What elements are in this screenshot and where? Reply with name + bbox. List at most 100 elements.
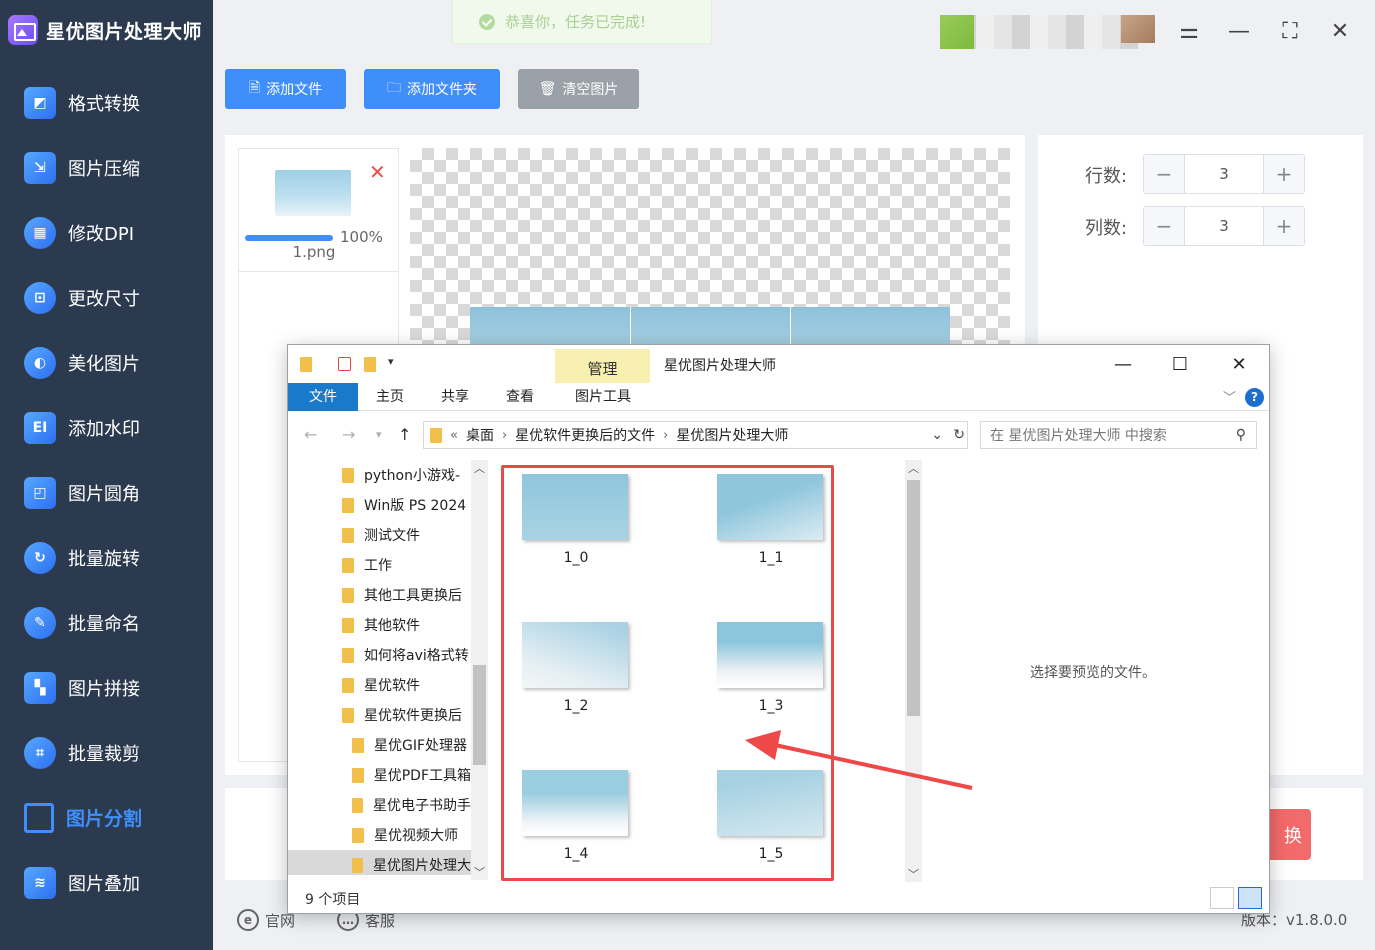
cols-increment-button[interactable]: + (1263, 207, 1304, 245)
tree-item[interactable]: 如何将avi格式转 (288, 640, 471, 670)
ribbon-tab-view[interactable]: 查看 (498, 383, 542, 411)
maximize-icon[interactable]: ⛶ (1273, 14, 1307, 48)
tree-item[interactable]: 星优GIF处理器 (288, 730, 471, 760)
manage-tab[interactable]: 管理 (555, 349, 650, 383)
cols-label: 列数: (1085, 218, 1128, 239)
folder-quick-icon[interactable] (300, 357, 312, 372)
refresh-icon[interactable]: ↻ (953, 427, 965, 443)
tree-item[interactable]: 星优视频大师 (288, 820, 471, 850)
tree-item[interactable]: python小游戏- (288, 460, 471, 490)
folder-icon (352, 797, 363, 813)
tree-item[interactable]: 星优PDF工具箱 (288, 760, 471, 790)
folder-icon (352, 737, 364, 753)
toast-message: 恭喜你，任务已完成! (505, 13, 647, 31)
dpi-icon: ▦ (24, 216, 56, 249)
chevron-down-icon[interactable]: ⌄ (931, 427, 943, 443)
layers-icon: ≋ (24, 866, 56, 899)
details-view-icon[interactable] (1210, 887, 1234, 909)
tree-item[interactable]: 测试文件 (288, 520, 471, 550)
scroll-up-icon[interactable]: ︿ (908, 460, 919, 476)
sidebar-item-round-corner[interactable]: ◰ 图片圆角 (0, 460, 213, 525)
file-tile[interactable]: 1_0 (522, 474, 630, 566)
properties-check-icon[interactable] (338, 357, 351, 371)
explorer-close-icon[interactable]: ✕ (1216, 349, 1262, 379)
breadcrumb-current[interactable]: 星优图片处理大师 (676, 425, 788, 445)
preview-pane-message: 选择要预览的文件。 (1030, 665, 1156, 681)
add-file-button[interactable]: 🗎 添加文件 (225, 69, 346, 109)
file-tile[interactable]: 1_3 (717, 622, 825, 714)
new-folder-quick-icon[interactable] (364, 357, 376, 372)
cols-decrement-button[interactable]: − (1144, 207, 1185, 245)
rows-increment-button[interactable]: + (1263, 155, 1304, 193)
file-tile[interactable]: 1_5 (717, 770, 825, 862)
tree-scroll-thumb[interactable] (473, 665, 486, 765)
help-icon[interactable]: ? (1245, 388, 1264, 407)
scroll-down-icon[interactable]: ﹀ (474, 864, 485, 880)
sidebar-item-stitch[interactable]: ▚ 图片拼接 (0, 655, 213, 720)
sidebar-nav: ◩ 格式转换 ⇲ 图片压缩 ▦ 修改DPI ⊡ 更改尺寸 ◐ 美化图片 EI 添… (0, 70, 213, 915)
rows-value[interactable]: 3 (1185, 155, 1263, 193)
sidebar-item-resize[interactable]: ⊡ 更改尺寸 (0, 265, 213, 330)
rows-decrement-button[interactable]: − (1144, 155, 1185, 193)
explorer-minimize-icon[interactable]: — (1100, 349, 1146, 379)
ribbon-tab-home[interactable]: 主页 (368, 383, 412, 411)
content-scroll-thumb[interactable] (907, 480, 920, 716)
ribbon-tab-share[interactable]: 共享 (433, 383, 477, 411)
close-icon[interactable]: ✕ (1323, 14, 1357, 48)
tree-item[interactable]: 星优软件更换后 (288, 700, 471, 730)
explorer-maximize-icon[interactable]: ☐ (1157, 349, 1203, 379)
recent-dropdown-icon[interactable]: ▾ (376, 428, 382, 441)
rows-label: 行数: (1085, 166, 1128, 187)
large-icons-view-icon[interactable] (1238, 887, 1262, 909)
breadcrumb-desktop[interactable]: 桌面 (466, 425, 494, 445)
check-circle-icon (479, 13, 495, 30)
item-count: 9 个项目 (305, 892, 361, 908)
file-tile[interactable]: 1_2 (522, 622, 630, 714)
file-tile[interactable]: 1_4 (522, 770, 630, 862)
sidebar-item-rotate[interactable]: ↻ 批量旋转 (0, 525, 213, 590)
explorer-search-input[interactable]: 在 星优图片处理大师 中搜索 ⚲ (980, 421, 1257, 449)
sidebar-item-split[interactable]: 图片分割 (0, 785, 213, 850)
scroll-down-icon[interactable]: ﹀ (908, 866, 919, 882)
crop-icon: ⌗ (24, 736, 56, 769)
forward-arrow-icon[interactable]: → (342, 425, 355, 444)
folder-icon (342, 707, 354, 723)
sidebar-item-compress[interactable]: ⇲ 图片压缩 (0, 135, 213, 200)
tree-item[interactable]: 其他工具更换后 (288, 580, 471, 610)
sidebar-item-watermark[interactable]: EI 添加水印 (0, 395, 213, 460)
up-arrow-icon[interactable]: ↑ (398, 425, 411, 444)
sidebar-item-rename[interactable]: ✎ 批量命名 (0, 590, 213, 655)
minimize-icon[interactable]: — (1222, 14, 1256, 48)
scroll-up-icon[interactable]: ︿ (474, 460, 485, 476)
tree-item[interactable]: 星优软件 (288, 670, 471, 700)
tree-item[interactable]: 其他软件 (288, 610, 471, 640)
quick-access-dropdown-icon[interactable]: ▾ (388, 355, 394, 368)
sidebar-item-format-convert[interactable]: ◩ 格式转换 (0, 70, 213, 135)
file-tile[interactable]: 1_1 (717, 474, 825, 566)
tree-item[interactable]: Win版 PS 2024 (288, 490, 471, 520)
user-avatar[interactable] (940, 15, 1155, 49)
ribbon-expand-icon[interactable]: ﹀ (1223, 387, 1236, 406)
sidebar-item-dpi[interactable]: ▦ 修改DPI (0, 200, 213, 265)
sidebar-item-layers[interactable]: ≋ 图片叠加 (0, 850, 213, 915)
back-arrow-icon[interactable]: ← (304, 425, 317, 444)
breadcrumb-renamed-files[interactable]: 星优软件更换后的文件 (515, 425, 655, 445)
tree-item[interactable]: 工作 (288, 550, 471, 580)
address-bar[interactable]: « 桌面 › 星优软件更换后的文件 › 星优图片处理大师 ⌄ ↻ (423, 421, 968, 449)
settings-sliders-icon[interactable]: ⚌ (1172, 14, 1206, 48)
ribbon-tab-picture-tools[interactable]: 图片工具 (559, 383, 647, 411)
file-thumbnail (522, 770, 628, 836)
sidebar-item-beautify[interactable]: ◐ 美化图片 (0, 330, 213, 395)
round-corner-icon: ◰ (24, 476, 56, 509)
cols-value[interactable]: 3 (1185, 207, 1263, 245)
clear-images-button[interactable]: 🗑 清空图片 (518, 69, 639, 109)
ribbon-tab-file[interactable]: 文件 (288, 383, 358, 411)
add-folder-button[interactable]: 🗀 添加文件夹 (364, 69, 500, 109)
sidebar-item-crop[interactable]: ⌗ 批量裁剪 (0, 720, 213, 785)
trash-icon: 🗑 (538, 81, 557, 97)
tree-item[interactable]: 星优图片处理大 (288, 850, 471, 875)
remove-file-icon[interactable]: ✕ (369, 160, 386, 184)
folder-icon (342, 677, 354, 693)
folder-icon: 🗀 (387, 80, 401, 96)
tree-item[interactable]: 星优电子书助手 (288, 790, 471, 820)
